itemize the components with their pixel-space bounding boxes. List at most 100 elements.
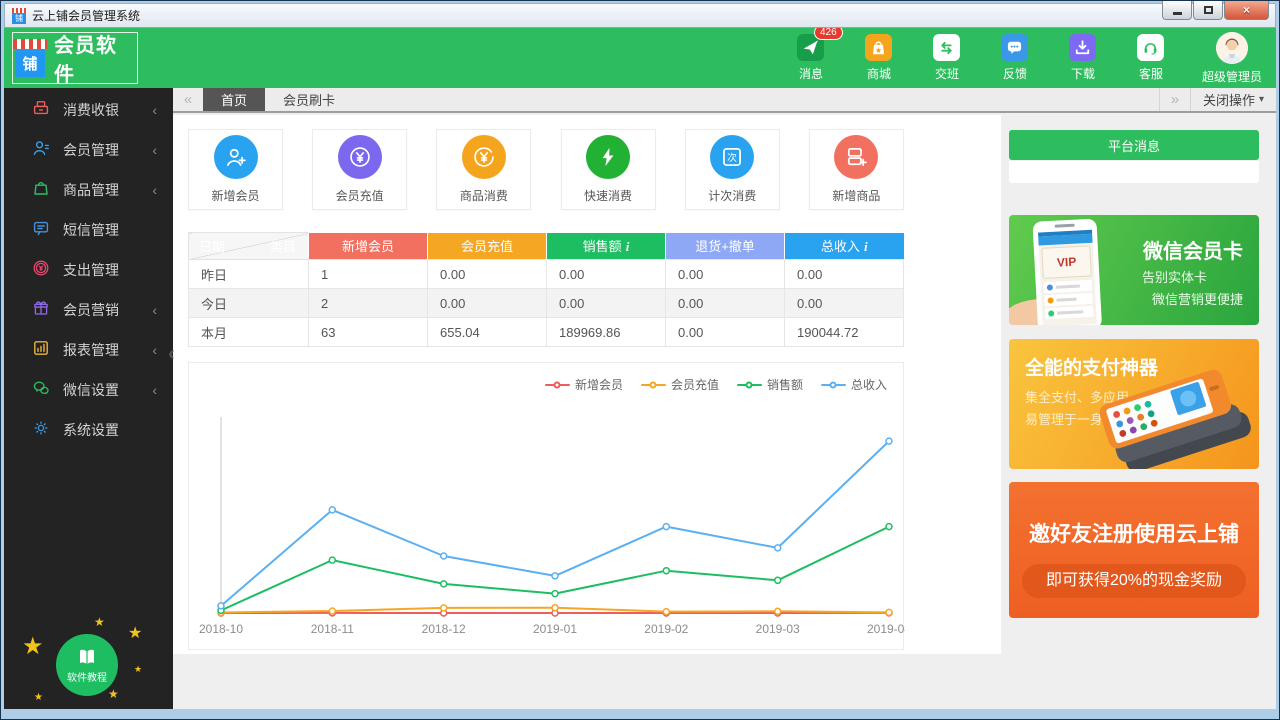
- app-icon: 铺: [11, 8, 27, 24]
- svg-text:2018-10: 2018-10: [199, 622, 243, 636]
- star-icon: ★: [108, 687, 119, 701]
- sidebar-item-label: 会员营销: [63, 300, 119, 320]
- header-nav-label: 下载: [1071, 65, 1095, 82]
- header-mall-button[interactable]: 商城: [862, 34, 896, 82]
- maximize-button[interactable]: [1193, 1, 1223, 20]
- action-label: 新增会员: [211, 187, 259, 204]
- count-consume-icon: 次: [710, 135, 754, 179]
- legend-marker-icon: [737, 384, 762, 386]
- table-cell: 189969.86: [547, 318, 666, 347]
- wechat-icon: [32, 379, 63, 402]
- header-messages-button[interactable]: 426消息: [794, 34, 828, 82]
- sidebar-item-label: 支出管理: [63, 260, 119, 280]
- star-icon: ★: [94, 615, 105, 629]
- trend-chart-card: 新增会员会员充值销售额总收入 2018-102018-112018-122019…: [188, 362, 904, 650]
- software-tutorial-button[interactable]: 软件教程: [56, 634, 118, 696]
- ad-payment-terminal[interactable]: 全能的支付神器 集全支付、多应用 易管理于一身: [1009, 339, 1259, 469]
- table-cell: 0.00: [785, 260, 904, 289]
- sidebar-item-系统设置[interactable]: 系统设置: [4, 410, 173, 450]
- action-label: 会员充值: [336, 187, 384, 204]
- ad-title: 邀好友注册使用云上铺: [1009, 518, 1259, 548]
- legend-item-销售额[interactable]: 销售额: [737, 376, 803, 393]
- action-商品消费[interactable]: 商品消费: [436, 129, 531, 210]
- minimize-button[interactable]: [1162, 1, 1192, 20]
- sms-icon: [32, 219, 63, 242]
- pos-terminal-illustration: [1097, 369, 1257, 469]
- add-member-icon: [214, 135, 258, 179]
- chevron-left-icon: ‹: [152, 302, 157, 318]
- chevron-left-icon: ‹: [152, 382, 157, 398]
- star-icon: ★: [34, 692, 43, 703]
- table-cell: 0.00: [428, 260, 547, 289]
- table-cell: 0.00: [547, 289, 666, 318]
- recharge-icon: [338, 135, 382, 179]
- column-header-退货+撤单: 退货+撤单: [666, 233, 785, 260]
- ad-line: 易管理于一身: [1025, 409, 1103, 428]
- legend-item-会员充值[interactable]: 会员充值: [641, 376, 719, 393]
- legend-label: 总收入: [851, 376, 887, 393]
- ad-line: 告别实体卡: [1142, 267, 1207, 286]
- message-count-badge: 426: [814, 28, 843, 40]
- legend-item-新增会员[interactable]: 新增会员: [545, 376, 623, 393]
- legend-marker-icon: [821, 384, 846, 386]
- maximize-icon: [1204, 6, 1213, 14]
- sidebar-item-label: 微信设置: [63, 380, 119, 400]
- window-title: 云上铺会员管理系统: [32, 7, 140, 24]
- header-download-button[interactable]: 下载: [1066, 34, 1100, 82]
- ad-invite-friends[interactable]: 邀好友注册使用云上铺 即可获得20%的现金奖励: [1009, 482, 1259, 618]
- quick-actions: 新增会员 会员充值 商品消费 快速消费次计次消费新增商品: [188, 129, 904, 210]
- goods-consume-icon: [462, 135, 506, 179]
- action-计次消费[interactable]: 次计次消费: [685, 129, 780, 210]
- action-label: 商品消费: [460, 187, 508, 204]
- sidebar-item-label: 消费收银: [63, 100, 119, 120]
- sidebar-item-会员营销[interactable]: 会员营销 ‹: [4, 290, 173, 330]
- invite-reward-button[interactable]: 即可获得20%的现金奖励: [1022, 564, 1246, 598]
- table-cell: 2: [309, 289, 428, 318]
- sidebar-item-支出管理[interactable]: 支出管理: [4, 250, 173, 290]
- tabs-prev-button[interactable]: «: [173, 88, 203, 111]
- star-icon: ★: [128, 623, 142, 643]
- ad-wechat-member-card[interactable]: VIP 微信会员卡 告别实体卡 微信营销更便捷: [1009, 215, 1259, 325]
- main-area: « 首页 会员刷卡 » 关闭操作 ▾ ‹: [173, 88, 1276, 709]
- sidebar-item-微信设置[interactable]: 微信设置 ‹: [4, 370, 173, 410]
- action-新增会员[interactable]: 新增会员: [188, 129, 283, 210]
- header-admin-button[interactable]: 超级管理员: [1202, 32, 1262, 85]
- column-header-销售额: 销售额i: [547, 233, 666, 260]
- table-row-本月: 本月63655.04189969.860.00190044.72: [189, 318, 904, 347]
- action-新增商品[interactable]: 新增商品: [809, 129, 904, 210]
- chevron-down-icon: ▾: [1259, 94, 1264, 105]
- sidebar-item-商品管理[interactable]: 商品管理‹: [4, 170, 173, 210]
- action-会员充值[interactable]: 会员充值: [312, 129, 407, 210]
- svg-text:2019-04: 2019-04: [867, 622, 905, 636]
- tab-home[interactable]: 首页: [203, 88, 265, 111]
- report-chart-icon: [32, 339, 63, 362]
- table-cell: 190044.72: [785, 318, 904, 347]
- info-icon[interactable]: i: [626, 239, 630, 255]
- header-shift-button[interactable]: 交班: [930, 34, 964, 82]
- sidebar-collapse-arrow[interactable]: ‹: [168, 343, 175, 366]
- header-nav-label: 反馈: [1003, 65, 1027, 82]
- header-nav-label: 超级管理员: [1202, 68, 1262, 85]
- gear-icon: [32, 419, 63, 442]
- action-快速消费[interactable]: 快速消费: [561, 129, 656, 210]
- header-support-button[interactable]: 客服: [1134, 34, 1168, 82]
- table-cell: 0.00: [547, 260, 666, 289]
- svg-text:2019-02: 2019-02: [644, 622, 688, 636]
- legend-item-总收入[interactable]: 总收入: [821, 376, 887, 393]
- legend-marker-icon: [641, 384, 666, 386]
- close-operations-menu[interactable]: 关闭操作 ▾: [1190, 88, 1276, 111]
- sidebar-item-会员管理[interactable]: 会员管理‹: [4, 130, 173, 170]
- close-button[interactable]: ×: [1224, 1, 1269, 20]
- header-feedback-button[interactable]: 反馈: [998, 34, 1032, 82]
- sidebar-item-消费收银[interactable]: 消费收银‹: [4, 90, 173, 130]
- swap-icon: [933, 34, 960, 61]
- table-corner-cell: 日期类目: [189, 233, 309, 260]
- sidebar-item-短信管理[interactable]: 短信管理: [4, 210, 173, 250]
- tabs-next-button[interactable]: »: [1160, 88, 1190, 111]
- sidebar-item-报表管理[interactable]: 报表管理‹: [4, 330, 173, 370]
- svg-text:2018-11: 2018-11: [311, 622, 354, 636]
- tab-member-swipe[interactable]: 会员刷卡: [265, 88, 353, 111]
- platform-message-banner[interactable]: 平台消息: [1009, 130, 1259, 160]
- header-nav-label: 客服: [1139, 65, 1163, 82]
- info-icon[interactable]: i: [864, 239, 868, 255]
